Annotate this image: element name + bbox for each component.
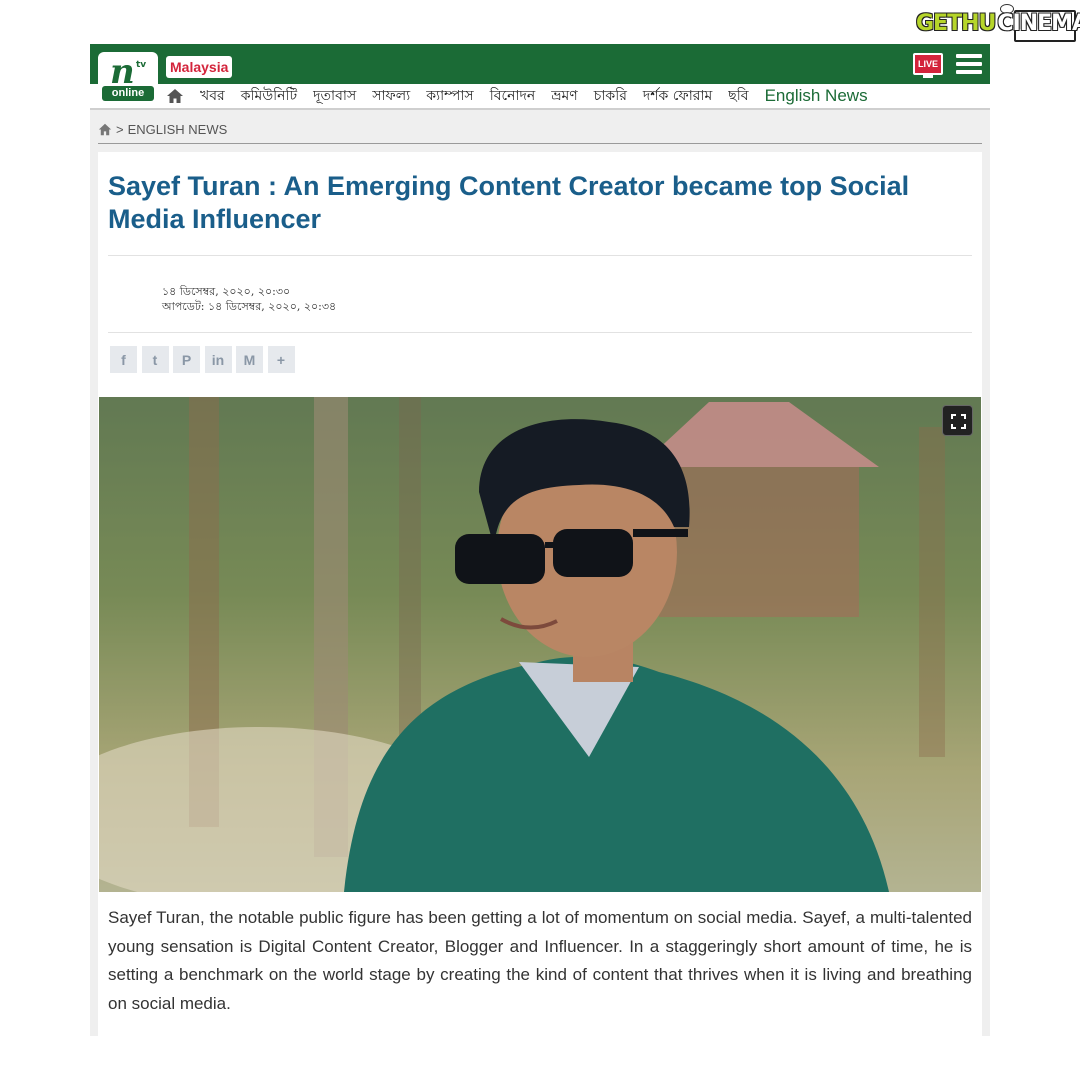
published-time: ১৪ ডিসেম্বর, ২০২০, ২০:৩০ xyxy=(162,285,291,298)
tv-stand-icon xyxy=(923,75,933,78)
live-tv-button[interactable]: LIVE xyxy=(913,53,943,75)
site-logo[interactable]: n tv online xyxy=(98,52,158,104)
article-body: Sayef Turan, the notable public figure h… xyxy=(108,908,972,1013)
divider xyxy=(108,332,972,333)
article-card: Sayef Turan : An Emerging Content Creato… xyxy=(98,152,982,1036)
expand-icon[interactable] xyxy=(942,405,973,436)
edition-malaysia[interactable]: Malaysia xyxy=(166,56,233,78)
watermark-brand-first: GETHU xyxy=(916,10,996,36)
divider xyxy=(98,143,982,144)
linkedin-icon[interactable]: in xyxy=(204,346,232,373)
watermark: GETHU CINEMA xyxy=(916,4,1080,44)
email-icon[interactable]: M xyxy=(236,346,263,373)
more-icon[interactable]: + xyxy=(267,346,295,373)
nav-item-community[interactable]: কমিউনিটি xyxy=(241,84,297,108)
divider xyxy=(108,255,972,256)
pinterest-icon[interactable]: P xyxy=(173,346,200,373)
breadcrumb-home-icon[interactable] xyxy=(98,123,112,136)
logo-sub: tv xyxy=(136,60,147,70)
nav-item-embassy[interactable]: দূতাবাস xyxy=(313,84,356,108)
photo-scene xyxy=(99,397,981,892)
screenshot-frame: LIVE Malaysia n tv online খবর কমিউনিটি দ… xyxy=(90,44,990,1036)
logo-label: online xyxy=(102,86,154,101)
share-bar: f t P in M + xyxy=(110,346,299,373)
watermark-brand-second: CINEMA xyxy=(997,10,1080,36)
nav-item-jobs[interactable]: চাকরি xyxy=(594,84,627,108)
article-meta: ১৪ ডিসেম্বর, ২০২০, ২০:৩০ আপডেট: ১৪ ডিসেম… xyxy=(162,284,336,314)
breadcrumb-section[interactable]: ENGLISH NEWS xyxy=(128,122,228,137)
article-photo[interactable] xyxy=(99,397,981,892)
nav-item-viewer-forum[interactable]: দর্শক ফোরাম xyxy=(643,84,712,108)
main-nav: খবর কমিউনিটি দূতাবাস সাফল্য ক্যাম্পাস বি… xyxy=(90,84,990,110)
twitter-icon[interactable]: t xyxy=(141,346,169,373)
breadcrumb: > ENGLISH NEWS xyxy=(98,120,227,138)
nav-item-photos[interactable]: ছবি xyxy=(728,84,748,108)
article-title: Sayef Turan : An Emerging Content Creato… xyxy=(108,171,910,234)
nav-item-english-news[interactable]: English News xyxy=(765,86,868,106)
nav-item-success[interactable]: সাফল্য xyxy=(372,84,410,108)
nav-item-entertainment[interactable]: বিনোদন xyxy=(490,84,536,108)
nav-item-campus[interactable]: ক্যাম্পাস xyxy=(426,84,473,108)
nav-item-news[interactable]: খবর xyxy=(200,84,225,108)
nav-item-travel[interactable]: ভ্রমণ xyxy=(551,84,578,108)
site-header: LIVE Malaysia xyxy=(90,44,990,84)
home-icon[interactable] xyxy=(166,87,184,105)
updated-time: আপডেট: ১৪ ডিসেম্বর, ২০২০, ২০:৩৪ xyxy=(162,300,337,313)
facebook-icon[interactable]: f xyxy=(110,346,137,373)
breadcrumb-separator: > xyxy=(116,121,124,137)
watermark-text: GETHU CINEMA xyxy=(916,8,1080,38)
nav-items: খবর কমিউনিটি দূতাবাস সাফল্য ক্যাম্পাস বি… xyxy=(200,84,884,108)
hamburger-menu-icon[interactable] xyxy=(956,54,982,74)
